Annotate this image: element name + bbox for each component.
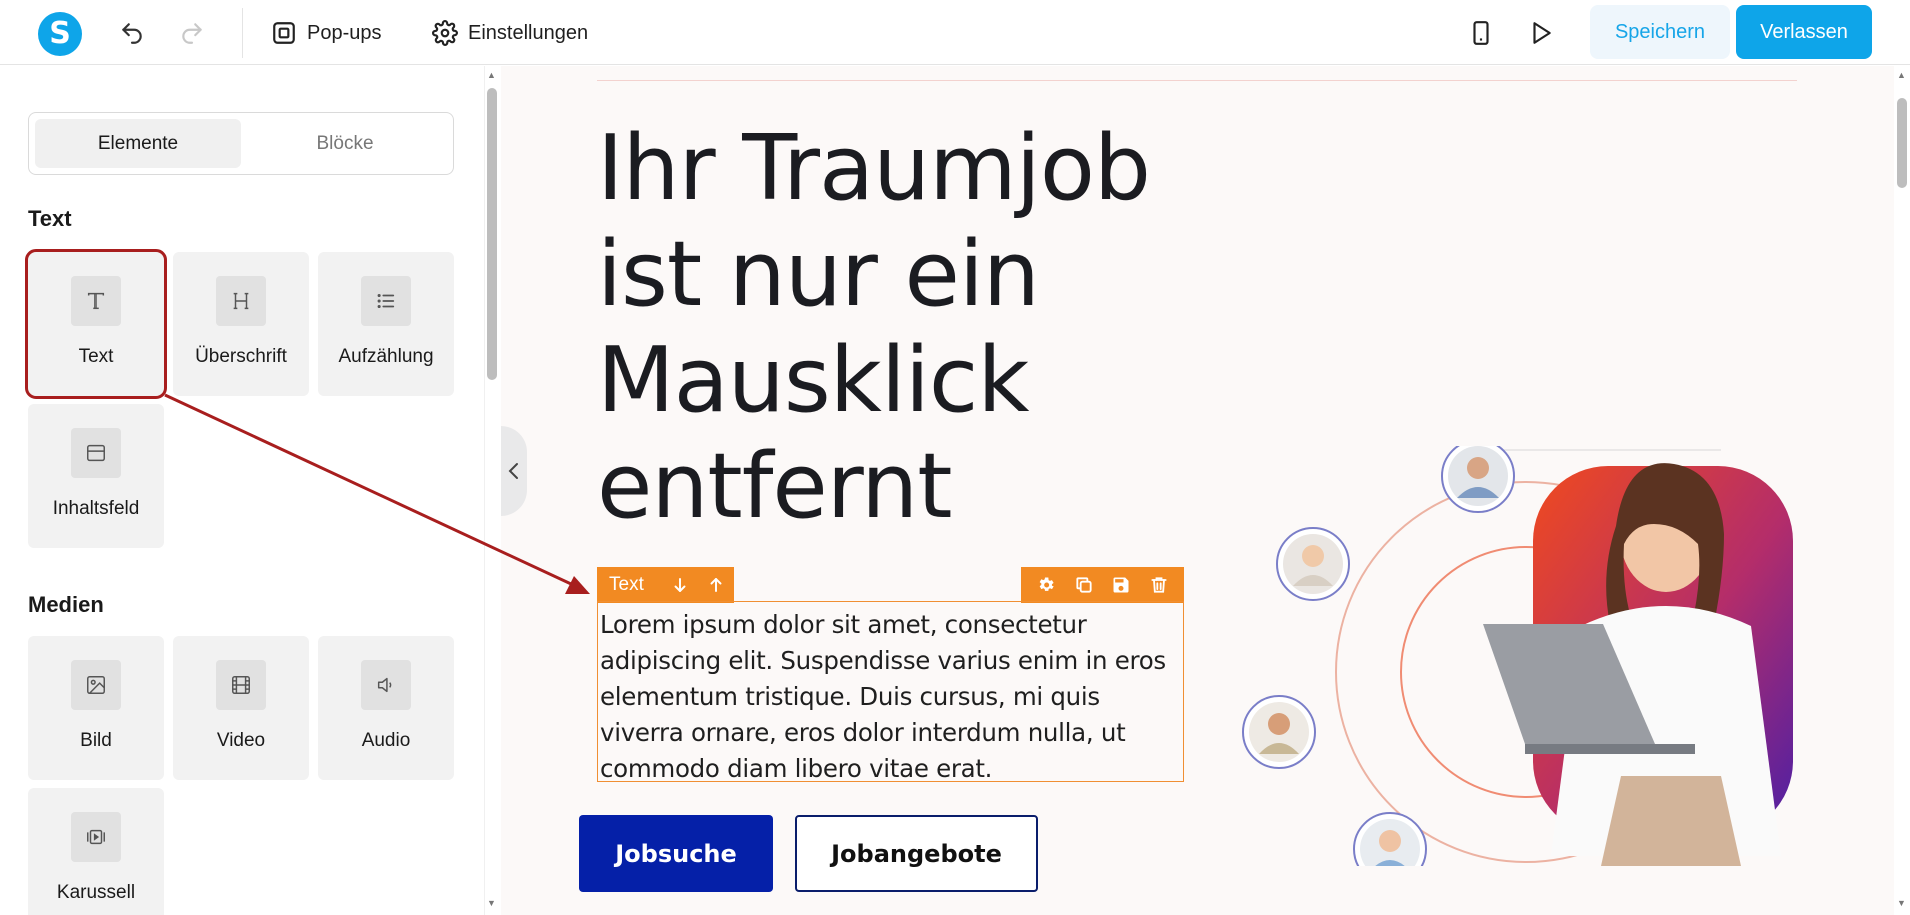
scroll-up-arrow[interactable]: ▲ [487,70,496,80]
popups-icon [273,22,295,44]
play-preview-icon[interactable] [1526,18,1556,48]
audio-icon [361,660,411,710]
image-icon [71,660,121,710]
save-block-icon[interactable] [1106,575,1136,595]
element-tile-video[interactable]: Video [173,636,309,780]
element-toolbar-left: Text [597,567,734,603]
element-tile-content-box[interactable]: Inhaltsfeld [28,404,164,548]
trash-icon[interactable] [1144,575,1174,595]
element-type-label: Text [609,574,644,595]
move-up-icon[interactable] [698,576,734,594]
tab-elements[interactable]: Elemente [35,119,241,168]
carousel-icon [71,812,121,862]
hero-heading-line: Ihr Traumjob [597,116,1151,221]
collapse-sidebar-toggle[interactable] [501,426,527,516]
avatar [1242,695,1316,769]
list-icon [361,276,411,326]
element-tile-label: Aufzählung [338,346,434,367]
element-tile-label: Überschrift [195,346,287,367]
hero-heading[interactable]: Ihr Traumjob ist nur ein Mausklick entfe… [597,116,1297,540]
section-divider [597,80,1797,81]
leave-button[interactable]: Verlassen [1736,5,1872,59]
element-toolbar-right [1021,567,1184,603]
element-tile-label: Video [216,730,266,751]
section-title-media: Medien [28,592,104,617]
mobile-preview-icon[interactable] [1466,18,1496,48]
selected-text-block[interactable]: Lorem ipsum dolor sit amet, consectetur … [597,601,1184,783]
avatar [1441,446,1515,513]
move-down-icon[interactable] [663,576,699,594]
save-button[interactable]: Speichern [1590,5,1730,59]
tab-blocks[interactable]: Blöcke [242,119,448,168]
editor-canvas[interactable]: Ihr Traumjob ist nur ein Mausklick entfe… [501,66,1894,915]
element-tile-label: Audio [361,730,411,751]
chevron-left-icon [508,463,518,479]
element-tile-carousel[interactable]: Karussell [28,788,164,915]
undo-icon[interactable] [117,18,147,48]
element-tile-heading[interactable]: Überschrift [173,252,309,396]
text-icon [71,276,121,326]
popups-button[interactable]: Pop-ups [271,16,382,50]
element-tile-text[interactable]: Text [25,249,167,399]
avatar [1276,527,1350,601]
avatar [1353,812,1427,866]
element-tile-label: Text [78,346,114,367]
hero-heading-line: Mausklick [597,328,1029,433]
element-tile-label: Karussell [56,882,136,903]
duplicate-icon[interactable] [1069,575,1099,595]
sidebar-scrollbar-thumb[interactable] [487,88,497,380]
element-tile-label: Bild [80,730,112,751]
canvas-scrollbar[interactable] [1894,66,1910,915]
text-block-content[interactable]: Lorem ipsum dolor sit amet, consectetur … [598,602,1183,787]
elements-sidebar: Elemente Blöcke Text Text Überschrift Au… [0,66,500,915]
settings-label: Einstellungen [468,21,589,44]
sidebar-tab-switch: Elemente Blöcke [28,112,454,175]
scroll-up-arrow[interactable]: ▲ [1897,70,1906,80]
gear-icon [432,20,458,46]
scroll-down-arrow[interactable]: ▼ [487,898,496,908]
canvas-scrollbar-thumb[interactable] [1897,98,1907,188]
scroll-down-arrow[interactable]: ▼ [1897,898,1906,908]
hero-heading-line: ist nur ein [597,222,1040,327]
element-tile-list[interactable]: Aufzählung [318,252,454,396]
element-tile-label: Inhaltsfeld [52,498,140,519]
job-search-button[interactable]: Jobsuche [579,815,773,892]
video-icon [216,660,266,710]
settings-button[interactable]: Einstellungen [432,16,588,50]
element-tile-audio[interactable]: Audio [318,636,454,780]
section-title-text: Text [28,206,72,231]
toolbar-divider [242,8,243,58]
job-offers-button[interactable]: Jobangebote [795,815,1038,892]
hero-heading-line: entfernt [597,434,953,539]
element-tile-image[interactable]: Bild [28,636,164,780]
hero-illustration [1242,446,1793,866]
popups-label: Pop-ups [307,21,382,44]
redo-icon[interactable] [177,18,207,48]
gear-icon[interactable] [1031,575,1061,595]
app-logo[interactable]: S [38,12,82,56]
top-toolbar: S Pop-ups Einstellungen Speichern Verlas… [0,0,1910,65]
heading-icon [216,276,266,326]
content-box-icon [71,428,121,478]
